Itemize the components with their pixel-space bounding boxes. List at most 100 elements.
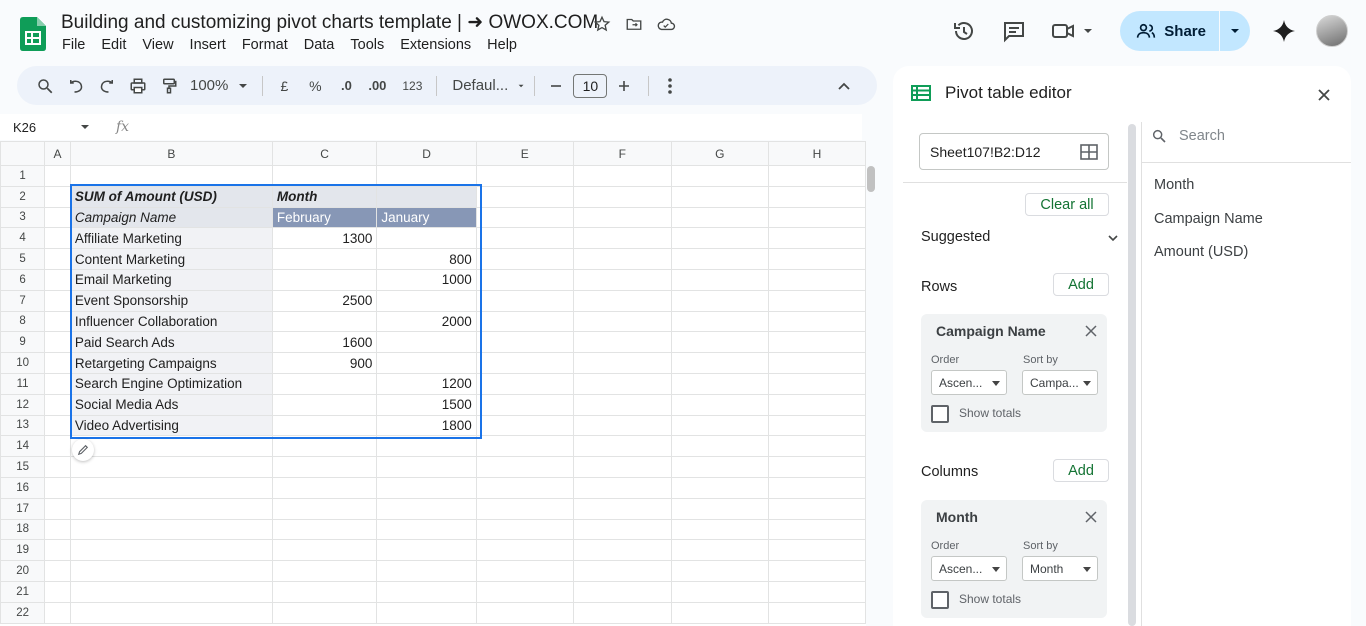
cell[interactable] xyxy=(475,268,574,291)
cell[interactable] xyxy=(271,601,378,624)
cell[interactable] xyxy=(572,310,672,333)
cell[interactable] xyxy=(670,601,769,624)
edit-pivot-pencil-icon[interactable] xyxy=(72,439,94,461)
cell[interactable] xyxy=(475,456,574,478)
cell[interactable] xyxy=(44,268,71,291)
cell[interactable] xyxy=(767,372,866,395)
cell[interactable] xyxy=(572,393,672,416)
cell[interactable] xyxy=(572,539,672,562)
cell[interactable] xyxy=(475,476,574,499)
gemini-sparkle-icon[interactable] xyxy=(1268,11,1300,51)
row-header[interactable]: 18 xyxy=(0,518,46,541)
cell[interactable] xyxy=(670,372,769,395)
cell[interactable] xyxy=(376,601,477,624)
row-header[interactable]: 12 xyxy=(0,393,46,416)
cell[interactable]: Search Engine Optimization xyxy=(69,372,273,395)
column-header[interactable]: B xyxy=(69,141,273,166)
cell[interactable] xyxy=(767,456,866,478)
cell[interactable] xyxy=(767,268,866,291)
cell[interactable] xyxy=(572,580,672,603)
column-header[interactable]: F xyxy=(572,141,672,166)
select-all-corner[interactable] xyxy=(0,141,46,166)
cell[interactable] xyxy=(670,352,769,374)
cell[interactable] xyxy=(44,185,71,208)
cell[interactable] xyxy=(475,372,574,395)
row-show-totals-checkbox[interactable] xyxy=(931,405,949,423)
cell[interactable]: Email Marketing xyxy=(69,268,273,291)
cell[interactable] xyxy=(271,456,378,478)
cell[interactable]: 1300 xyxy=(271,227,378,250)
undo-icon[interactable] xyxy=(62,72,90,100)
suggested-label[interactable]: Suggested xyxy=(921,229,990,245)
cell[interactable] xyxy=(69,601,273,624)
cell[interactable]: SUM of Amount (USD) xyxy=(69,185,273,208)
cell[interactable] xyxy=(44,539,71,562)
cell[interactable] xyxy=(376,227,477,250)
cell[interactable] xyxy=(271,560,378,582)
cell[interactable] xyxy=(670,185,769,208)
cell[interactable]: Event Sponsorship xyxy=(69,289,273,312)
cell[interactable] xyxy=(44,227,71,250)
cell[interactable]: January xyxy=(376,206,477,229)
cell[interactable]: 1000 xyxy=(376,268,477,291)
cell[interactable] xyxy=(44,248,71,270)
cell[interactable] xyxy=(572,268,672,291)
cell[interactable]: Month xyxy=(271,185,378,208)
cell[interactable] xyxy=(572,601,672,624)
cell[interactable] xyxy=(271,414,378,437)
cell[interactable] xyxy=(69,435,273,458)
formula-input[interactable] xyxy=(139,117,862,137)
cell[interactable] xyxy=(69,518,273,541)
collapse-toolbar-icon[interactable] xyxy=(830,72,858,100)
cell[interactable] xyxy=(670,393,769,416)
cell[interactable] xyxy=(44,372,71,395)
meet-video-icon[interactable] xyxy=(1044,11,1100,51)
row-header[interactable]: 21 xyxy=(0,580,46,603)
cell[interactable] xyxy=(376,560,477,582)
cell[interactable] xyxy=(271,393,378,416)
row-header[interactable]: 14 xyxy=(0,435,46,458)
cell[interactable] xyxy=(475,539,574,562)
clear-all-button[interactable]: Clear all xyxy=(1025,193,1109,216)
cell[interactable] xyxy=(271,518,378,541)
row-header[interactable]: 17 xyxy=(0,497,46,520)
grid-scrollbar[interactable] xyxy=(867,166,875,192)
cell[interactable] xyxy=(44,580,71,603)
row-sort-select[interactable]: Campa... xyxy=(1022,370,1098,395)
cell[interactable]: Content Marketing xyxy=(69,248,273,270)
document-title[interactable]: Building and customizing pivot charts te… xyxy=(61,11,598,34)
font-size-increase-icon[interactable] xyxy=(610,72,638,100)
cell[interactable] xyxy=(69,497,273,520)
cell[interactable] xyxy=(572,289,672,312)
cell[interactable] xyxy=(44,414,71,437)
cell[interactable] xyxy=(69,560,273,582)
row-order-select[interactable]: Ascen... xyxy=(931,370,1007,395)
cell[interactable] xyxy=(44,497,71,520)
cell[interactable] xyxy=(767,435,866,458)
column-header[interactable]: E xyxy=(475,141,574,166)
cell[interactable] xyxy=(670,331,769,354)
cell[interactable] xyxy=(670,414,769,437)
cell[interactable] xyxy=(44,165,71,187)
history-icon[interactable] xyxy=(944,11,984,51)
cell[interactable] xyxy=(767,310,866,333)
cell[interactable] xyxy=(572,456,672,478)
cell[interactable] xyxy=(475,560,574,582)
cell[interactable] xyxy=(475,165,574,187)
cell[interactable] xyxy=(767,248,866,270)
cell[interactable] xyxy=(271,580,378,603)
cell[interactable] xyxy=(376,185,477,208)
cell[interactable] xyxy=(767,497,866,520)
cell[interactable] xyxy=(44,393,71,416)
cell[interactable] xyxy=(44,518,71,541)
cell[interactable] xyxy=(572,331,672,354)
cell[interactable] xyxy=(475,206,574,229)
field-item-month[interactable]: Month xyxy=(1154,177,1194,193)
cell[interactable] xyxy=(475,414,574,437)
cell[interactable] xyxy=(572,414,672,437)
cloud-saved-icon[interactable] xyxy=(656,14,676,34)
cell[interactable] xyxy=(271,165,378,187)
row-header[interactable]: 6 xyxy=(0,268,46,291)
row-header[interactable]: 16 xyxy=(0,476,46,499)
cell[interactable]: 1200 xyxy=(376,372,477,395)
